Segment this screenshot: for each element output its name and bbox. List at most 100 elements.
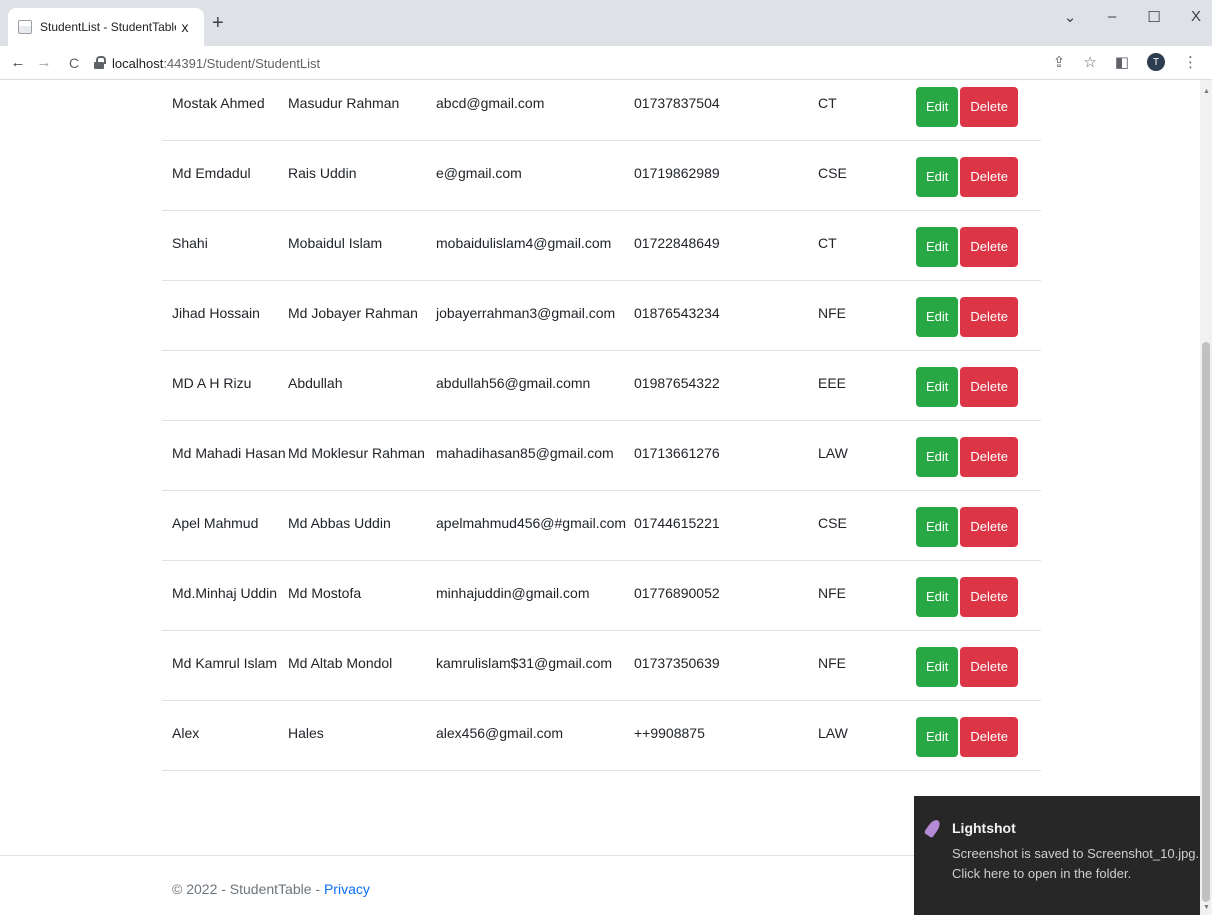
- last-name-cell: Md Altab Mondol: [286, 630, 434, 701]
- phone-cell: 01744615221: [632, 490, 816, 561]
- last-name-cell: Rais Uddin: [286, 140, 434, 211]
- maximize-button[interactable]: ☐: [1146, 8, 1162, 26]
- actions-cell: Edit Delete: [916, 490, 1041, 561]
- delete-button[interactable]: Delete: [960, 366, 1018, 407]
- edit-button[interactable]: Edit: [916, 156, 959, 197]
- table-row: Md Mahadi Hasan Md Moklesur Rahman mahadih…: [162, 420, 1041, 491]
- edit-button[interactable]: Edit: [916, 86, 959, 127]
- first-name-cell: Shahi: [162, 210, 286, 281]
- table-row: Shahi Mobaidul Islam mobaidulislam4@gmail.…: [162, 210, 1041, 281]
- edit-button[interactable]: Edit: [916, 296, 959, 337]
- bookmark-star-icon[interactable]: ☆: [1083, 53, 1096, 71]
- last-name-cell: Masudur Rahman: [286, 80, 434, 141]
- first-name-cell: Md Mahadi Hasan: [162, 420, 286, 491]
- delete-button[interactable]: Delete: [960, 296, 1018, 337]
- tab-title: StudentList - StudentTable: [40, 20, 176, 34]
- phone-cell: 01987654322: [632, 350, 816, 421]
- url-host: localhost: [112, 55, 164, 71]
- department-cell: NFE: [816, 560, 916, 631]
- url-path: :44391/Student/StudentList: [163, 55, 321, 71]
- table-row: Md Kamrul Islam Md Altab Mondol kamrulisla…: [162, 630, 1041, 701]
- delete-button[interactable]: Delete: [960, 156, 1018, 197]
- table-row: Mostak Ahmed Masudur Rahman abcd@gmail.com…: [162, 80, 1041, 141]
- notification-message: Screenshot is saved to Screenshot_10.jpg…: [952, 844, 1199, 884]
- actions-cell: Edit Delete: [916, 630, 1041, 701]
- delete-button[interactable]: Delete: [960, 86, 1018, 127]
- first-name-cell: Md Kamrul Islam: [162, 630, 286, 701]
- last-name-cell: Mobaidul Islam: [286, 210, 434, 281]
- email-cell: abcd@gmail.com: [434, 80, 632, 141]
- actions-cell: Edit Delete: [916, 210, 1041, 281]
- scrollbar-thumb[interactable]: [1202, 342, 1210, 902]
- first-name-cell: Jihad Hossain: [162, 280, 286, 351]
- scroll-down-arrow-icon[interactable]: ▼: [1203, 904, 1210, 911]
- table-row: MD A H Rizu Abdullah abdullah56@gmail.comn…: [162, 350, 1041, 421]
- department-cell: CT: [816, 210, 916, 281]
- minimize-button[interactable]: –: [1104, 8, 1120, 26]
- edit-button[interactable]: Edit: [916, 576, 959, 617]
- new-tab-button[interactable]: +: [212, 13, 224, 33]
- department-cell: CSE: [816, 140, 916, 211]
- first-name-cell: Apel Mahmud: [162, 490, 286, 561]
- scroll-up-arrow-icon[interactable]: ▲: [1203, 88, 1210, 95]
- edit-button[interactable]: Edit: [916, 436, 959, 477]
- more-menu-icon[interactable]: ⋮: [1183, 53, 1198, 71]
- email-cell: alex456@gmail.com: [434, 700, 632, 771]
- email-cell: mahadihasan85@gmail.com: [434, 420, 632, 491]
- department-cell: EEE: [816, 350, 916, 421]
- toolbar-actions: ⇪ ☆ ◧ T ⋮: [1053, 53, 1198, 71]
- department-cell: LAW: [816, 700, 916, 771]
- delete-button[interactable]: Delete: [960, 576, 1018, 617]
- edit-button[interactable]: Edit: [916, 226, 959, 267]
- delete-button[interactable]: Delete: [960, 506, 1018, 547]
- notification-line-open-folder: Click here to open in the folder.: [952, 866, 1132, 881]
- first-name-cell: Md Emdadul: [162, 140, 286, 211]
- email-cell: abdullah56@gmail.comn: [434, 350, 632, 421]
- phone-cell: 01876543234: [632, 280, 816, 351]
- edit-button[interactable]: Edit: [916, 646, 959, 687]
- edit-button[interactable]: Edit: [916, 366, 959, 407]
- first-name-cell: Md.Minhaj Uddin: [162, 560, 286, 631]
- reload-icon[interactable]: C: [64, 55, 84, 71]
- email-cell: apelmahmud456@#gmail.com: [434, 490, 632, 561]
- edit-button[interactable]: Edit: [916, 506, 959, 547]
- actions-cell: Edit Delete: [916, 280, 1041, 351]
- lightshot-notification[interactable]: Lightshot Screenshot is saved to Screens…: [914, 796, 1200, 915]
- page-viewport: EditDeleteMostak AhmedMasudur Rahmanabcd…: [0, 80, 1200, 915]
- tab-strip: StudentList - StudentTable x + ⌄ – ☐ X: [0, 0, 1212, 46]
- department-cell: NFE: [816, 280, 916, 351]
- department-cell: CT: [816, 80, 916, 141]
- email-cell: mobaidulislam4@gmail.com: [434, 210, 632, 281]
- email-cell: jobayerrahman3@gmail.com: [434, 280, 632, 351]
- privacy-link[interactable]: Privacy: [324, 881, 370, 897]
- side-panel-icon[interactable]: ◧: [1115, 53, 1129, 71]
- close-window-button[interactable]: X: [1188, 8, 1204, 26]
- phone-cell: 01722848649: [632, 210, 816, 281]
- table-row: Jihad Hossain Md Jobayer Rahman jobayerrah…: [162, 280, 1041, 351]
- email-cell: e@gmail.com: [434, 140, 632, 211]
- profile-avatar[interactable]: T: [1147, 53, 1165, 71]
- delete-button[interactable]: Delete: [960, 436, 1018, 477]
- table-row: Md.Minhaj Uddin Md Mostofa minhajuddin@gma…: [162, 560, 1041, 631]
- vertical-scrollbar[interactable]: ▲ ▼: [1200, 80, 1212, 915]
- phone-cell: 01719862989: [632, 140, 816, 211]
- notification-line-saved: Screenshot is saved to Screenshot_10.jpg…: [952, 846, 1200, 861]
- delete-button[interactable]: Delete: [960, 646, 1018, 687]
- table-row: Alex Hales alex456@gmail.com ++9908875 LAW Ed…: [162, 700, 1041, 771]
- delete-button[interactable]: Delete: [960, 226, 1018, 267]
- tab-search-icon[interactable]: ⌄: [1062, 8, 1078, 26]
- first-name-cell: Mostak Ahmed: [162, 80, 286, 141]
- browser-tab[interactable]: StudentList - StudentTable x: [8, 8, 204, 46]
- close-tab-icon[interactable]: x: [176, 19, 194, 35]
- back-arrow-icon[interactable]: ←: [8, 54, 28, 71]
- forward-arrow-icon[interactable]: →: [34, 54, 54, 71]
- address-bar[interactable]: localhost:44391/Student/StudentList: [94, 51, 320, 75]
- actions-cell: Edit Delete: [916, 350, 1041, 421]
- edit-button[interactable]: Edit: [916, 716, 959, 757]
- lock-icon[interactable]: [94, 56, 106, 70]
- share-icon[interactable]: ⇪: [1053, 53, 1066, 71]
- student-table-body: EditDeleteMostak AhmedMasudur Rahmanabcd…: [162, 80, 1041, 771]
- browser-toolbar: ← → C localhost:44391/Student/StudentLis…: [0, 46, 1212, 80]
- delete-button[interactable]: Delete: [960, 716, 1018, 757]
- last-name-cell: Md Abbas Uddin: [286, 490, 434, 561]
